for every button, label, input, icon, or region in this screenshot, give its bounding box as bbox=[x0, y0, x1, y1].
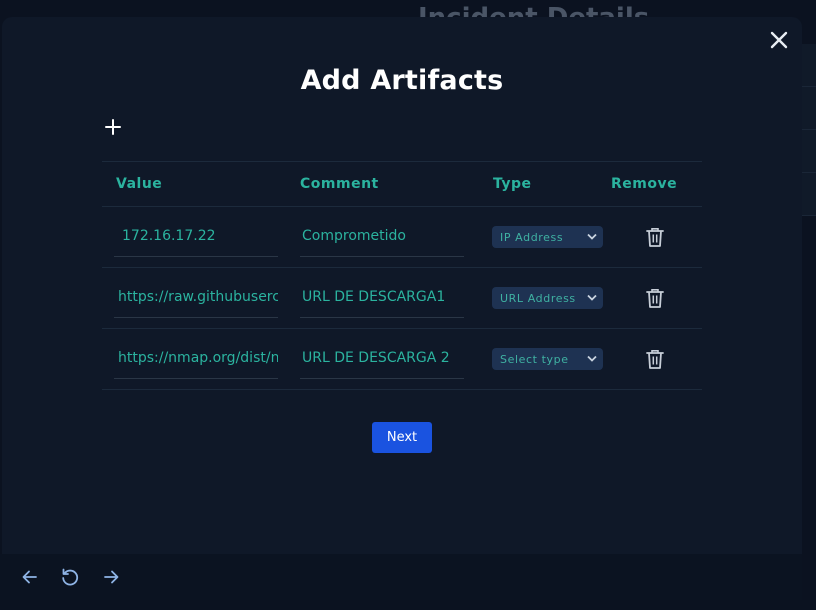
value-input[interactable]: 172.16.17.22 bbox=[114, 217, 278, 257]
bottom-nav-bar bbox=[0, 554, 802, 600]
type-select[interactable]: URL Address bbox=[492, 287, 603, 309]
type-select-value: URL Address bbox=[500, 291, 576, 305]
value-input[interactable]: https://nmap.org/dist/n bbox=[114, 339, 278, 379]
header-value: Value bbox=[116, 176, 163, 192]
background-row bbox=[802, 130, 816, 173]
table-header: Value Comment Type Remove bbox=[102, 162, 702, 207]
header-type: Type bbox=[493, 176, 532, 192]
type-select[interactable]: IP Address bbox=[492, 226, 603, 248]
arrow-right-icon[interactable] bbox=[101, 567, 121, 587]
header-remove: Remove bbox=[611, 176, 678, 192]
background-row bbox=[802, 87, 816, 130]
trash-icon[interactable] bbox=[645, 287, 665, 309]
chevron-down-icon bbox=[587, 355, 597, 362]
comment-input[interactable]: URL DE DESCARGA1 bbox=[300, 278, 464, 318]
artifacts-table: Value Comment Type Remove 172.16.17.22 C… bbox=[102, 161, 702, 390]
comment-input[interactable]: Comprometido bbox=[300, 217, 464, 257]
background-row bbox=[802, 173, 816, 216]
next-button[interactable]: Next bbox=[372, 422, 432, 453]
close-icon bbox=[770, 31, 788, 49]
plus-icon bbox=[105, 119, 121, 135]
value-input[interactable]: https://raw.githubuserc bbox=[114, 278, 278, 318]
chevron-down-icon bbox=[587, 233, 597, 240]
type-select-value: IP Address bbox=[500, 230, 564, 244]
type-select-value: Select type bbox=[500, 352, 569, 366]
add-artifacts-modal: Add Artifacts Value Comment Type Remove … bbox=[2, 17, 802, 554]
table-row: 172.16.17.22 Comprometido IP Address bbox=[102, 207, 702, 268]
table-row: https://raw.githubuserc URL DE DESCARGA1… bbox=[102, 268, 702, 329]
background-row bbox=[802, 44, 816, 87]
modal-title: Add Artifacts bbox=[300, 65, 504, 96]
chevron-down-icon bbox=[587, 294, 597, 301]
trash-icon[interactable] bbox=[645, 348, 665, 370]
add-artifact-button[interactable] bbox=[104, 118, 122, 136]
table-row: https://nmap.org/dist/n URL DE DESCARGA … bbox=[102, 329, 702, 390]
refresh-icon[interactable] bbox=[60, 567, 80, 587]
trash-icon[interactable] bbox=[645, 226, 665, 248]
close-button[interactable] bbox=[768, 29, 790, 51]
header-comment: Comment bbox=[300, 176, 379, 192]
type-select[interactable]: Select type bbox=[492, 348, 603, 370]
arrow-left-icon[interactable] bbox=[20, 567, 40, 587]
comment-input[interactable]: URL DE DESCARGA 2 bbox=[300, 339, 464, 379]
